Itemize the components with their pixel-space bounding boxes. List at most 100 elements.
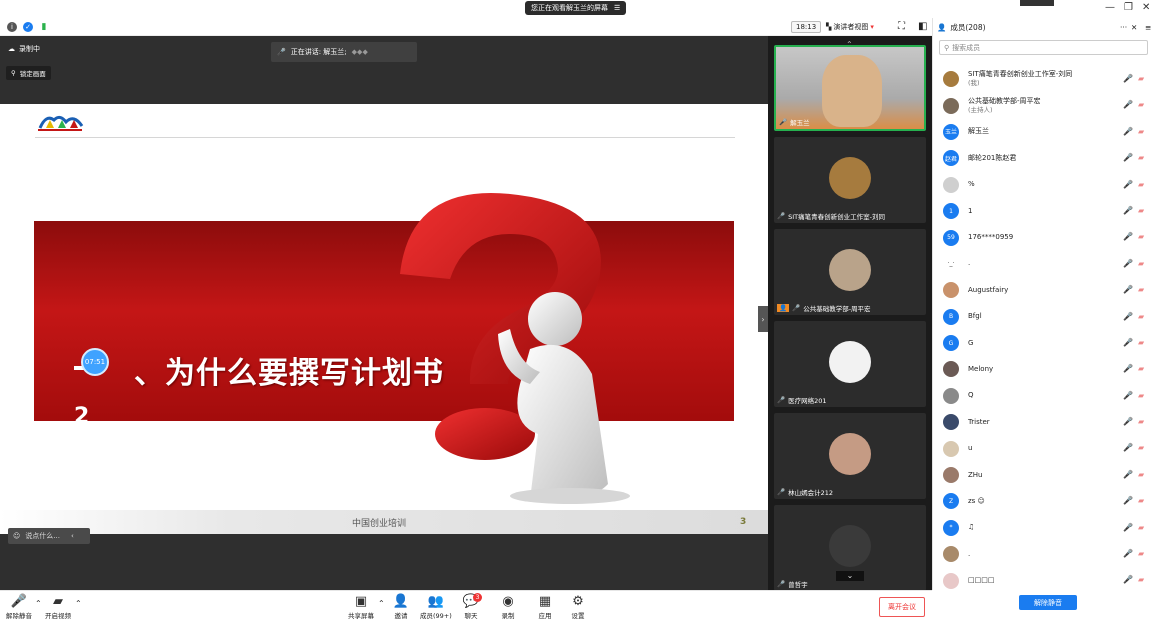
mic-muted-icon[interactable]: 🎤	[1123, 285, 1133, 294]
mic-muted-icon[interactable]: 🎤	[1123, 206, 1133, 215]
member-row[interactable]: 玉兰 解玉兰 🎤 ▰	[933, 119, 1155, 145]
pin-view-button[interactable]: ⚲ 锁定画面	[6, 66, 51, 80]
chevron-up-icon[interactable]: ⌃	[35, 599, 42, 608]
camera-off-icon[interactable]: ▰	[1138, 364, 1144, 373]
info-icon[interactable]: i	[7, 22, 17, 32]
mic-muted-icon[interactable]: 🎤	[1123, 232, 1133, 241]
settings-button[interactable]: ⚙ 设置	[570, 594, 586, 621]
shield-icon[interactable]: ✓	[23, 22, 33, 32]
countdown-bubble[interactable]: 07:51	[81, 348, 109, 376]
slide-number-overflow: 2	[74, 404, 90, 429]
member-row[interactable]: Q 🎤 ▰	[933, 383, 1155, 409]
member-row[interactable]: % 🎤 ▰	[933, 172, 1155, 198]
camera-off-icon[interactable]: ▰	[1138, 470, 1144, 479]
fullscreen-icon[interactable]: ⛶	[898, 21, 905, 32]
camera-off-icon[interactable]: ▰	[1138, 391, 1144, 400]
collapse-thumbnails-handle[interactable]: ›	[758, 306, 768, 332]
camera-off-icon[interactable]: ▰	[1138, 127, 1144, 136]
thumbnail-tile[interactable]: ⌄ 🎤 曾哲宇	[774, 505, 926, 591]
camera-off-icon[interactable]: ▰	[1138, 232, 1144, 241]
thumbnail-tile[interactable]: 🎤 SIT痛笔青春创新创业工作室-刘同	[774, 137, 926, 223]
member-row[interactable]: . 🎤 ▰	[933, 541, 1155, 567]
share-screen-button[interactable]: ▣ 共享屏幕	[348, 594, 374, 621]
camera-off-icon[interactable]: ▰	[1138, 206, 1144, 215]
thumbnail-tile[interactable]: 🎤 解玉兰	[774, 45, 926, 131]
mic-muted-icon[interactable]: 🎤	[1123, 180, 1133, 189]
camera-off-icon[interactable]: ▰	[1138, 259, 1144, 268]
mic-muted-icon[interactable]: 🎤	[1123, 74, 1133, 83]
mic-muted-icon[interactable]: 🎤	[1123, 338, 1133, 347]
camera-off-icon[interactable]: ▰	[1138, 417, 1144, 426]
more-icon[interactable]: ···	[1120, 23, 1127, 32]
member-row[interactable]: * ♫ 🎤 ▰	[933, 515, 1155, 541]
minimize-icon[interactable]: —	[1105, 2, 1115, 13]
mic-muted-icon[interactable]: 🎤	[1123, 443, 1133, 452]
member-row[interactable]: B Bfgl 🎤 ▰	[933, 304, 1155, 330]
mic-muted-icon[interactable]: 🎤	[1123, 391, 1133, 400]
mic-muted-icon[interactable]: 🎤	[1123, 312, 1133, 321]
signal-icon[interactable]: ▮	[39, 22, 49, 32]
mic-muted-icon[interactable]: 🎤	[1123, 127, 1133, 136]
member-row[interactable]: u 🎤 ▰	[933, 435, 1155, 461]
mic-muted-icon[interactable]: 🎤	[1123, 523, 1133, 532]
camera-off-icon[interactable]: ▰	[1138, 285, 1144, 294]
camera-off-icon[interactable]: ▰	[1138, 312, 1144, 321]
sharing-banner[interactable]: 您正在观看解玉兰的屏幕 ☰	[525, 1, 627, 15]
chevron-up-icon[interactable]: ⌃	[75, 599, 82, 608]
menu-icon[interactable]: ☰	[614, 4, 620, 12]
mic-muted-icon[interactable]: 🎤	[1123, 153, 1133, 162]
scroll-down-icon[interactable]: ⌄	[836, 571, 864, 581]
chevron-up-icon[interactable]: ⌃	[378, 599, 385, 608]
video-button[interactable]: ▰ 开启视频	[45, 594, 71, 621]
member-row[interactable]: □□□□ 🎤 ▰	[933, 567, 1155, 593]
invite-button[interactable]: 👤 邀请	[393, 594, 409, 621]
camera-off-icon[interactable]: ▰	[1138, 338, 1144, 347]
camera-off-icon[interactable]: ▰	[1138, 74, 1144, 83]
member-row[interactable]: Trister 🎤 ▰	[933, 409, 1155, 435]
member-row[interactable]: SIT痛笔青春创新创业工作室-刘同 (我) 🎤 ▰	[933, 66, 1155, 92]
member-row[interactable]: Augustfairy 🎤 ▰	[933, 277, 1155, 303]
member-row[interactable]: 公共基础教学部-周平宏 (主持人) 🎤 ▰	[933, 92, 1155, 118]
members-button[interactable]: 👥 成员(99+)	[420, 594, 452, 621]
thumbnail-tile[interactable]: 👤 🎤 公共基础教学部-周平宏	[774, 229, 926, 315]
member-row[interactable]: Zzs ☺ 🎤 ▰	[933, 488, 1155, 514]
camera-off-icon[interactable]: ▰	[1138, 549, 1144, 558]
member-row[interactable]: G G 🎤 ▰	[933, 330, 1155, 356]
view-mode-selector[interactable]: ▚ 演讲者视图 ▾	[826, 22, 874, 32]
restore-icon[interactable]: ❐	[1124, 2, 1133, 13]
camera-off-icon[interactable]: ▰	[1138, 153, 1144, 162]
apps-button[interactable]: ▦ 应用	[537, 594, 553, 621]
mic-muted-icon[interactable]: 🎤	[1123, 417, 1133, 426]
member-search-input[interactable]: ⚲ 搜索成员	[939, 40, 1148, 55]
member-row[interactable]: ZHu 🎤 ▰	[933, 462, 1155, 488]
close-panel-icon[interactable]: ✕	[1131, 23, 1137, 32]
record-button[interactable]: ◉ 录制	[500, 594, 516, 621]
close-icon[interactable]: ✕	[1142, 2, 1150, 13]
mic-muted-icon[interactable]: 🎤	[1123, 549, 1133, 558]
member-row[interactable]: 赵君 邮轮201陈赵君 🎤 ▰	[933, 145, 1155, 171]
chat-quick-input[interactable]: ☺ 说点什么... ‹	[8, 528, 90, 544]
unmute-all-button[interactable]: 解除静音	[1019, 595, 1077, 610]
member-row[interactable]: Melony 🎤 ▰	[933, 356, 1155, 382]
camera-off-icon[interactable]: ▰	[1138, 523, 1144, 532]
mic-muted-icon[interactable]: 🎤	[1123, 496, 1133, 505]
camera-off-icon[interactable]: ▰	[1138, 180, 1144, 189]
mic-muted-icon[interactable]: 🎤	[1123, 470, 1133, 479]
mic-muted-icon[interactable]: 🎤	[1123, 575, 1133, 584]
member-row[interactable]: 1 1 🎤 ▰	[933, 198, 1155, 224]
member-row[interactable]: ·_·. 🎤 ▰	[933, 251, 1155, 277]
camera-off-icon[interactable]: ▰	[1138, 100, 1144, 109]
member-row[interactable]: 59 176****0959 🎤 ▰	[933, 224, 1155, 250]
thumbnail-tile[interactable]: 🎤 医疗网络201	[774, 321, 926, 407]
leave-meeting-button[interactable]: 离开会议	[879, 597, 925, 617]
camera-off-icon[interactable]: ▰	[1138, 496, 1144, 505]
thumbnail-tile[interactable]: 🎤 林山嫣会计212	[774, 413, 926, 499]
sidebar-toggle-icon[interactable]: ◧	[918, 21, 927, 32]
mic-muted-icon[interactable]: 🎤	[1123, 100, 1133, 109]
mute-button[interactable]: 🎤 解除静音	[6, 594, 32, 621]
camera-off-icon[interactable]: ▰	[1138, 575, 1144, 584]
mic-muted-icon[interactable]: 🎤	[1123, 259, 1133, 268]
mic-muted-icon[interactable]: 🎤	[1123, 364, 1133, 373]
camera-off-icon[interactable]: ▰	[1138, 443, 1144, 452]
panel-menu-icon[interactable]: ≡	[1145, 23, 1151, 32]
